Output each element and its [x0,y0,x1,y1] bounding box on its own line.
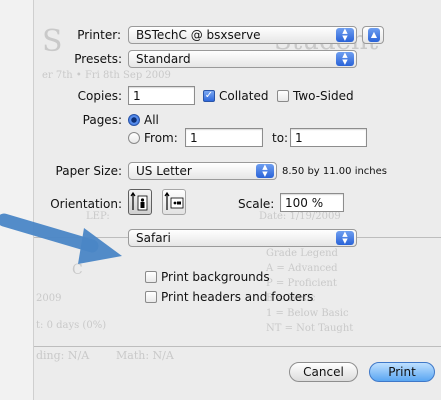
print-backgrounds-label: Print backgrounds [161,270,270,284]
scale-field[interactable]: 100 % [280,193,344,212]
from-label: From: [144,131,178,145]
from-field[interactable]: 1 [185,128,263,147]
to-label: to: [272,131,289,145]
ghost-reading: ding: N/A [36,349,90,362]
to-field[interactable]: 1 [290,128,367,147]
two-sided-label: Two-Sided [293,89,354,103]
collated-checkbox[interactable]: ✓ [203,90,215,102]
ghost-line: er 7th • Fri 8th Sep 2009 [42,70,171,81]
collated-label: Collated [219,89,269,103]
pages-all-label: All [144,113,159,127]
ghost-legend-3: P = Proficient [266,278,337,289]
pages-label: Pages: [82,113,122,127]
print-headers-footers-checkbox[interactable] [145,291,157,303]
ghost-legend-6: NT = Not Taught [266,323,354,334]
up-down-arrows-icon: ▲ ▼ [336,231,354,245]
pages-from-radio[interactable] [128,132,140,144]
ghost-math: Math: N/A [116,349,174,362]
paper-size-value: US Letter [136,164,192,178]
scale-label: Scale: [238,197,275,211]
printer-label: Printer: [77,28,121,42]
pages-all-radio[interactable] [128,114,140,126]
paper-size-label: Paper Size: [55,164,122,178]
ghost-year: 2009 [36,293,62,304]
disclosure-button[interactable]: ▲ [362,26,384,44]
app-options-value: Safari [136,231,171,245]
print-sheet: S Student er 7th • Fri 8th Sep 2009 LEP:… [33,0,441,400]
up-down-arrows-icon: ▲ ▼ [336,28,354,42]
presets-value: Standard [136,52,191,66]
print-button[interactable]: Print [369,362,435,382]
up-down-arrows-icon: ▲ ▼ [256,164,274,178]
ghost-legend-1: Grade Legend [266,248,338,259]
presets-label: Presets: [74,52,122,66]
up-down-arrows-icon: ▲ ▼ [336,52,354,66]
bottom-separator [34,346,441,347]
orientation-label: Orientation: [50,197,122,211]
printer-value: BSTechC @ bsxserve [136,28,261,42]
landscape-orientation-button[interactable] [162,189,186,215]
portrait-orientation-button[interactable] [128,189,152,215]
paper-size-popup[interactable]: US Letter ▲ ▼ [128,162,277,180]
print-backgrounds-checkbox[interactable] [145,271,157,283]
copies-label: Copies: [77,89,122,103]
ghost-date: Date: 1/19/2009 [259,211,341,222]
cancel-button[interactable]: Cancel [289,362,358,382]
ghost-legend-2: A = Advanced [266,263,338,274]
portrait-orientation-icon [130,191,148,211]
printer-popup[interactable]: BSTechC @ bsxserve ▲ ▼ [128,26,357,44]
copies-field[interactable]: 1 [128,86,195,105]
presets-popup[interactable]: Standard ▲ ▼ [128,50,357,68]
ghost-days: t: 0 days (0%) [36,320,107,331]
arrow-annotation-icon [0,213,122,264]
landscape-orientation-icon [164,191,184,210]
ghost-legend-5: 1 = Below Basic [266,308,349,319]
disclosure-triangle-icon: ▲ [368,28,380,42]
app-options-popup[interactable]: Safari ▲ ▼ [128,229,357,247]
two-sided-checkbox[interactable] [277,90,289,102]
print-headers-footers-label: Print headers and footers [161,290,314,304]
paper-size-dimensions: 8.50 by 11.00 inches [282,166,388,177]
